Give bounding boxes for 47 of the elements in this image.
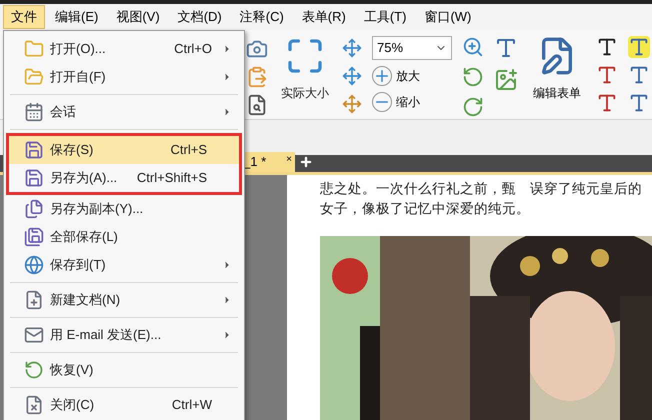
menu-bar-item[interactable]: 工具(T) bbox=[356, 5, 414, 29]
menu-bar-item[interactable]: 表单(R) bbox=[294, 5, 354, 29]
zoom-field[interactable]: 75% bbox=[372, 36, 452, 60]
menu-item[interactable]: 打开(O)... Ctrl+O bbox=[4, 35, 244, 63]
menu-item[interactable]: 关闭(C) Ctrl+W bbox=[4, 391, 244, 419]
rotate-left-icon[interactable] bbox=[462, 66, 484, 88]
menu-item[interactable]: 用 E-mail 发送(E)... bbox=[4, 321, 244, 349]
menu-item[interactable]: 会话 bbox=[4, 98, 244, 126]
actual-size-button[interactable]: 实际大小 bbox=[278, 36, 332, 102]
tab-close-button[interactable]: × bbox=[286, 152, 292, 167]
plus-icon bbox=[372, 66, 392, 86]
highlight-text-icon[interactable] bbox=[628, 36, 650, 58]
menu-item[interactable]: 恢复(V) bbox=[4, 356, 244, 384]
menu-bar-item[interactable]: 文档(D) bbox=[170, 5, 230, 29]
zoom-out-button[interactable]: 缩小 bbox=[372, 92, 452, 112]
new-tab-icon[interactable] bbox=[299, 155, 313, 169]
menu-item[interactable]: 保存(S) Ctrl+S bbox=[9, 136, 239, 164]
new-file-icon bbox=[24, 290, 44, 310]
menu-bar-item[interactable]: 窗口(W) bbox=[416, 5, 480, 29]
page-text: 女子，像极了记忆中深爱的纯元。 bbox=[320, 200, 531, 218]
folder-icon bbox=[24, 39, 44, 59]
find-icon[interactable] bbox=[246, 94, 268, 116]
floppy-stack-icon bbox=[24, 227, 44, 247]
menu-bar-item[interactable]: 文件 bbox=[3, 5, 45, 29]
page-text: 悲之处。一次什么行礼之前，甄 误穿了纯元皇后的 bbox=[320, 180, 643, 198]
image-add-icon[interactable] bbox=[494, 68, 518, 92]
menu-item[interactable]: 打开自(F) bbox=[4, 63, 244, 91]
edit-form-button[interactable]: 编辑表单 bbox=[528, 36, 586, 102]
menu-item[interactable]: 新建文档(N) bbox=[4, 286, 244, 314]
mail-icon bbox=[24, 325, 44, 345]
minus-icon bbox=[372, 92, 392, 112]
menu-item[interactable]: 另存为(A)... Ctrl+Shift+S bbox=[9, 164, 239, 192]
menu-item[interactable]: 另存为副本(Y)... bbox=[4, 195, 244, 223]
camera-icon[interactable] bbox=[246, 38, 268, 60]
folder-icon bbox=[24, 67, 44, 87]
menu-bar-item[interactable]: 注释(C) bbox=[232, 5, 292, 29]
calendar-icon bbox=[24, 102, 44, 122]
undo-icon bbox=[24, 360, 44, 380]
menu-item[interactable]: 全部保存(L) bbox=[4, 223, 244, 251]
file-x-icon bbox=[24, 395, 44, 415]
rotate-right-icon[interactable] bbox=[462, 96, 484, 118]
zoom-icon[interactable] bbox=[462, 36, 484, 58]
menu-bar-item[interactable]: 编辑(E) bbox=[47, 5, 106, 29]
globe-icon bbox=[24, 255, 44, 275]
zoom-in-button[interactable]: 放大 bbox=[372, 66, 452, 86]
menu-bar-item[interactable]: 视图(V) bbox=[108, 5, 168, 29]
menu-item[interactable]: 保存到(T) bbox=[4, 251, 244, 279]
